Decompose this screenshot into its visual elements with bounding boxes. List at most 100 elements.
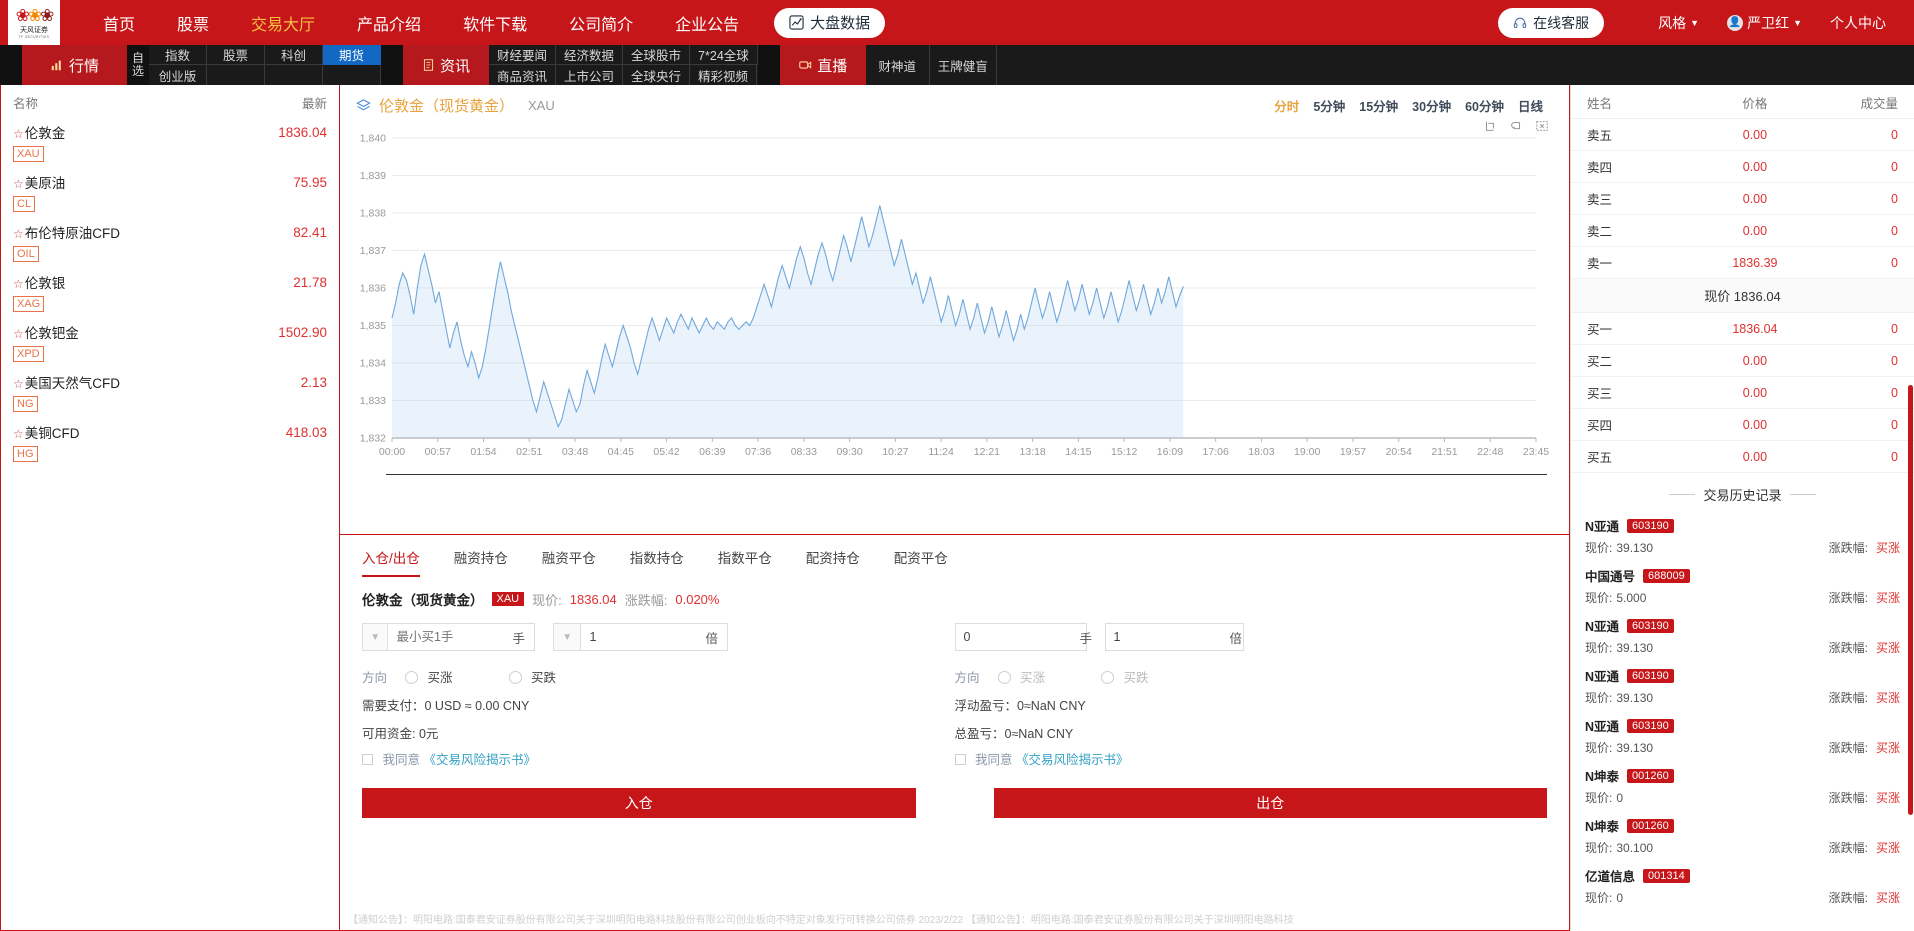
chart-canvas[interactable]: 1,8321,8331,8341,8351,8361,8371,8381,839… — [340, 128, 1569, 491]
trade-history-item[interactable]: N亚通603190现价:39.130涨跌幅:买涨 — [1571, 712, 1914, 762]
orderbook-bid-row[interactable]: 买三0.000 — [1571, 377, 1914, 409]
orderbook-bid-row[interactable]: 买四0.000 — [1571, 409, 1914, 441]
tab-stock[interactable]: 股票 — [207, 45, 265, 65]
history-buy-action[interactable]: 买涨 — [1876, 639, 1900, 656]
favorite-star-icon[interactable]: ☆ — [13, 127, 24, 141]
market-data-button[interactable]: 大盘数据 — [774, 8, 885, 38]
radio-long-icon[interactable] — [405, 671, 418, 684]
watchlist-item[interactable]: ☆伦敦金1836.04XAU — [1, 118, 339, 168]
tab-index[interactable]: 指数 — [149, 45, 207, 65]
trade-tab[interactable]: 融资持仓 — [454, 547, 508, 577]
tab-chinext[interactable]: 创业版 — [149, 65, 207, 85]
close-risk-disclosure-link[interactable]: 《交易风险揭示书》 — [1016, 753, 1129, 767]
close-position-button[interactable]: 出仓 — [994, 788, 1548, 818]
trade-tab[interactable]: 指数持仓 — [630, 547, 684, 577]
news-tab-listed-company[interactable]: 上市公司 — [556, 65, 623, 85]
open-quantity-input[interactable] — [388, 624, 503, 650]
trade-tab[interactable]: 配资平仓 — [894, 547, 948, 577]
open-agreement-row[interactable]: 我同意 《交易风险揭示书》 — [362, 749, 955, 768]
chart-period-30分钟[interactable]: 30分钟 — [1412, 96, 1451, 115]
favorite-star-icon[interactable]: ☆ — [13, 327, 24, 341]
trade-history-item[interactable]: N亚通603190现价:39.130涨跌幅:买涨 — [1571, 612, 1914, 662]
open-direction-short[interactable]: 买跌 — [509, 667, 557, 686]
close-quantity-field[interactable]: 手 — [955, 623, 1087, 651]
news-section-button[interactable]: 资讯 — [403, 45, 489, 85]
tab-futures[interactable]: 期货 — [323, 45, 381, 65]
chart-period-日线[interactable]: 日线 — [1518, 96, 1543, 115]
extra-tab-caishendao[interactable]: 财神道 — [866, 45, 930, 85]
news-tab-global-markets[interactable]: 全球股市 — [623, 45, 690, 65]
nav-item-home[interactable]: 首页 — [82, 11, 156, 35]
history-buy-action[interactable]: 买涨 — [1876, 739, 1900, 756]
vertical-scrollbar[interactable] — [1908, 385, 1913, 815]
history-buy-action[interactable]: 买涨 — [1876, 839, 1900, 856]
close-leverage-field[interactable]: 倍 — [1105, 623, 1244, 651]
favorites-tab[interactable]: 自 选 — [127, 45, 149, 85]
watchlist-item[interactable]: ☆伦敦钯金1502.90XPD — [1, 318, 339, 368]
orderbook-bid-row[interactable]: 买一1836.040 — [1571, 313, 1914, 345]
nav-item-products[interactable]: 产品介绍 — [336, 11, 442, 35]
trade-tab[interactable]: 指数平仓 — [718, 547, 772, 577]
trade-tab[interactable]: 融资平仓 — [542, 547, 596, 577]
user-center-link[interactable]: 个人中心 — [1816, 13, 1900, 33]
open-position-button[interactable]: 入仓 — [362, 788, 916, 818]
favorite-star-icon[interactable]: ☆ — [13, 277, 24, 291]
history-buy-action[interactable]: 买涨 — [1876, 589, 1900, 606]
close-quantity-input[interactable] — [956, 624, 1071, 650]
orderbook-ask-row[interactable]: 卖二0.000 — [1571, 215, 1914, 247]
trade-history-item[interactable]: 中国通号688009现价:5.000涨跌幅:买涨 — [1571, 562, 1914, 612]
watchlist-item[interactable]: ☆美国天然气CFD2.13NG — [1, 368, 339, 418]
chart-period-5分钟[interactable]: 5分钟 — [1313, 96, 1345, 115]
favorite-star-icon[interactable]: ☆ — [13, 227, 24, 241]
orderbook-ask-row[interactable]: 卖一1836.390 — [1571, 247, 1914, 279]
extra-tab-wangpaijianmang[interactable]: 王牌健盲 — [930, 45, 997, 85]
news-tab-commodity[interactable]: 商品资讯 — [489, 65, 556, 85]
nav-item-stocks[interactable]: 股票 — [156, 11, 230, 35]
close-agreement-row[interactable]: 我同意 《交易风险揭示书》 — [955, 749, 1548, 768]
open-leverage-input[interactable] — [581, 624, 696, 650]
live-section-button[interactable]: 直播 — [780, 45, 866, 85]
news-tab-central-banks[interactable]: 全球央行 — [623, 65, 690, 85]
watchlist-item[interactable]: ☆布伦特原油CFD82.41OIL — [1, 218, 339, 268]
nav-item-announcements[interactable]: 企业公告 — [654, 11, 760, 35]
price-line-chart[interactable]: 1,8321,8331,8341,8351,8361,8371,8381,839… — [340, 128, 1570, 488]
style-switcher[interactable]: 风格 ▼ — [1644, 13, 1713, 33]
online-service-button[interactable]: 在线客服 — [1498, 8, 1604, 38]
close-leverage-input[interactable] — [1106, 624, 1221, 650]
chart-period-15分钟[interactable]: 15分钟 — [1359, 96, 1398, 115]
open-direction-long[interactable]: 买涨 — [405, 667, 453, 686]
trade-history-item[interactable]: N坤泰001260现价:0涨跌幅:买涨 — [1571, 762, 1914, 812]
news-tab-finance-headlines[interactable]: 财经要闻 — [489, 45, 556, 65]
brand-logo[interactable]: ❀❀❀ 天风证券 TF SECURITIES — [8, 0, 60, 45]
trade-tab[interactable]: 入仓/出仓 — [362, 547, 420, 577]
trade-history-item[interactable]: N坤泰001260现价:30.100涨跌幅:买涨 — [1571, 812, 1914, 862]
open-risk-disclosure-link[interactable]: 《交易风险揭示书》 — [423, 753, 536, 767]
favorite-star-icon[interactable]: ☆ — [13, 427, 24, 441]
tab-star-market[interactable]: 科创 — [265, 45, 323, 65]
favorite-star-icon[interactable]: ☆ — [13, 377, 24, 391]
quotes-section-button[interactable]: 行情 — [22, 45, 127, 85]
chart-period-分时[interactable]: 分时 — [1274, 96, 1299, 115]
watchlist-item[interactable]: ☆美铜CFD418.03HG — [1, 418, 339, 468]
history-buy-action[interactable]: 买涨 — [1876, 889, 1900, 906]
orderbook-bid-row[interactable]: 买五0.000 — [1571, 441, 1914, 473]
favorite-star-icon[interactable]: ☆ — [13, 177, 24, 191]
history-buy-action[interactable]: 买涨 — [1876, 689, 1900, 706]
watchlist-item[interactable]: ☆美原油75.95CL — [1, 168, 339, 218]
open-quantity-dropdown[interactable]: ▼ — [363, 624, 388, 650]
radio-short-icon[interactable] — [509, 671, 522, 684]
watchlist-item[interactable]: ☆伦敦银21.78XAG — [1, 268, 339, 318]
user-menu[interactable]: 👤 严卫红 ▼ — [1713, 13, 1816, 33]
open-agreement-checkbox[interactable] — [362, 754, 373, 765]
nav-item-downloads[interactable]: 软件下载 — [442, 11, 548, 35]
chart-period-60分钟[interactable]: 60分钟 — [1465, 96, 1504, 115]
news-tab-24-7-global[interactable]: 7*24全球 — [690, 45, 758, 65]
orderbook-ask-row[interactable]: 卖四0.000 — [1571, 151, 1914, 183]
news-tab-economic-data[interactable]: 经济数据 — [556, 45, 623, 65]
close-agreement-checkbox[interactable] — [955, 754, 966, 765]
orderbook-ask-row[interactable]: 卖五0.000 — [1571, 119, 1914, 151]
nav-item-trading-hall[interactable]: 交易大厅 — [230, 11, 336, 35]
open-quantity-field[interactable]: ▼ 手 — [362, 623, 535, 651]
orderbook-bid-row[interactable]: 买二0.000 — [1571, 345, 1914, 377]
trade-tab[interactable]: 配资持仓 — [806, 547, 860, 577]
